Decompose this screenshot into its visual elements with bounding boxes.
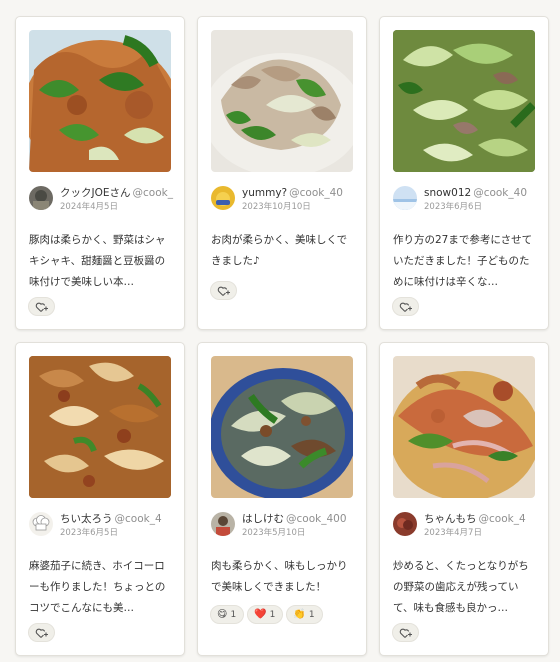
add-reaction-button[interactable] (28, 623, 55, 642)
add-reaction-button[interactable] (392, 623, 419, 642)
author-id: @cook_40 (289, 187, 343, 199)
user-avatar[interactable] (29, 186, 53, 210)
chef-hat-avatar[interactable] (29, 512, 53, 536)
author-name: はしけむ (242, 513, 284, 525)
author-id: @cook_4 (114, 513, 162, 525)
comment-author[interactable]: yummy? @cook_40 2023年10月10日 (211, 186, 359, 216)
stir-fry-photo-3 (393, 30, 535, 172)
stir-fry-photo-5 (211, 356, 353, 498)
comment-date: 2023年10月10日 (242, 202, 311, 212)
author-name-line: snow012 @cook_40 (424, 186, 544, 200)
author-name-line: yummy? @cook_40 (242, 186, 362, 200)
comment-text[interactable]: 麻婆茄子に続き、ホイコーローも作りました！ちょっとのコツでこんなにも美… (29, 556, 172, 619)
reaction-yummy[interactable]: 😋 1 (210, 605, 245, 624)
dish-photo[interactable] (393, 356, 535, 498)
reaction-row (210, 281, 237, 301)
clap-emoji-icon: 👏 (293, 609, 306, 620)
author-name: ちゃんもち (424, 513, 477, 525)
stir-fry-photo-4 (29, 356, 171, 498)
comment-date: 2024年4月5日 (60, 202, 118, 212)
comment-date: 2023年6月6日 (424, 202, 482, 212)
author-name-line: ちゃんもち @cook_4 (424, 512, 544, 526)
author-id: @cook_40 (473, 187, 527, 199)
author-name-line: クックJOEさん @cook_ (60, 186, 180, 200)
feedback-card[interactable]: クックJOEさん @cook_ 2024年4月5日 豚肉は柔らかく、野菜はシャキシ… (15, 16, 185, 330)
comment-text[interactable]: 炒めると、くたっとなりがちの野菜の歯応えが残っていて、味も食感も良かっ… (393, 556, 536, 619)
reaction-count: 1 (308, 610, 315, 620)
dish-photo[interactable] (211, 356, 353, 498)
reaction-clap[interactable]: 👏 1 (286, 605, 323, 624)
dish-photo[interactable] (211, 30, 353, 172)
reaction-row (392, 623, 419, 643)
heart-plus-icon (399, 628, 412, 638)
comment-date: 2023年4月7日 (424, 528, 482, 538)
dish-photo[interactable] (393, 30, 535, 172)
feedback-card[interactable]: ちい太ろう @cook_4 2023年6月5日 麻婆茄子に続き、ホイコーローも作り… (15, 342, 185, 656)
comment-text[interactable]: 作り方の27まで参考にさせていただきました！子どものために味付けは辛くな… (393, 230, 536, 293)
user-avatar[interactable] (211, 512, 235, 536)
comment-date: 2023年5月10日 (242, 528, 306, 538)
comment-date: 2023年6月5日 (60, 528, 118, 538)
comment-author[interactable]: はしけむ @cook_400 2023年5月10日 (211, 512, 359, 542)
author-id: @cook_400 (286, 513, 347, 525)
heart-emoji-icon: ❤️ (254, 609, 267, 620)
author-name: クックJOEさん (60, 187, 131, 199)
user-avatar[interactable] (393, 512, 417, 536)
heart-plus-icon (35, 628, 48, 638)
comment-author[interactable]: クックJOEさん @cook_ 2024年4月5日 (29, 186, 177, 216)
reaction-count: 1 (269, 610, 276, 620)
reaction-row (28, 623, 55, 643)
reaction-row: 😋 1 ❤️ 1 👏 1 (210, 605, 326, 625)
stir-fry-photo-2 (211, 30, 353, 172)
reaction-heart[interactable]: ❤️ 1 (247, 605, 284, 624)
author-name-line: はしけむ @cook_400 (242, 512, 362, 526)
comment-text[interactable]: 豚肉は柔らかく、野菜はシャキシャキ、甜麺醤と豆板醤の味付けで美味しい本… (29, 230, 172, 293)
comment-author[interactable]: ちゃんもち @cook_4 2023年4月7日 (393, 512, 541, 542)
stir-fry-photo-1 (29, 30, 171, 172)
author-name: ちい太ろう (60, 513, 113, 525)
comment-author[interactable]: ちい太ろう @cook_4 2023年6月5日 (29, 512, 177, 542)
stir-fry-photo-6 (393, 356, 535, 498)
add-reaction-button[interactable] (28, 297, 55, 316)
user-avatar[interactable] (393, 186, 417, 210)
author-name: snow012 (424, 187, 472, 199)
heart-plus-icon (217, 286, 230, 296)
reaction-count: 1 (230, 610, 237, 620)
feedback-card[interactable]: はしけむ @cook_400 2023年5月10日 肉も柔らかく、味もしっかりで美… (197, 342, 367, 656)
add-reaction-button[interactable] (392, 297, 419, 316)
user-avatar[interactable] (211, 186, 235, 210)
dish-photo[interactable] (29, 356, 171, 498)
reaction-row (392, 297, 419, 317)
feedback-card[interactable]: ちゃんもち @cook_4 2023年4月7日 炒めると、くたっとなりがちの野菜の… (379, 342, 549, 656)
reaction-row (28, 297, 55, 317)
author-id: @cook_ (132, 187, 173, 199)
dish-photo[interactable] (29, 30, 171, 172)
author-name-line: ちい太ろう @cook_4 (60, 512, 180, 526)
heart-plus-icon (399, 302, 412, 312)
add-reaction-button[interactable] (210, 281, 237, 300)
feedback-card[interactable]: yummy? @cook_40 2023年10月10日 お肉が柔らかく、美味しくで… (197, 16, 367, 330)
author-id: @cook_4 (478, 513, 526, 525)
comment-author[interactable]: snow012 @cook_40 2023年6月6日 (393, 186, 541, 216)
author-name: yummy? (242, 187, 288, 199)
feedback-card[interactable]: snow012 @cook_40 2023年6月6日 作り方の27まで参考にさせて… (379, 16, 549, 330)
yummy-emoji-icon: 😋 (217, 609, 228, 620)
heart-plus-icon (35, 302, 48, 312)
